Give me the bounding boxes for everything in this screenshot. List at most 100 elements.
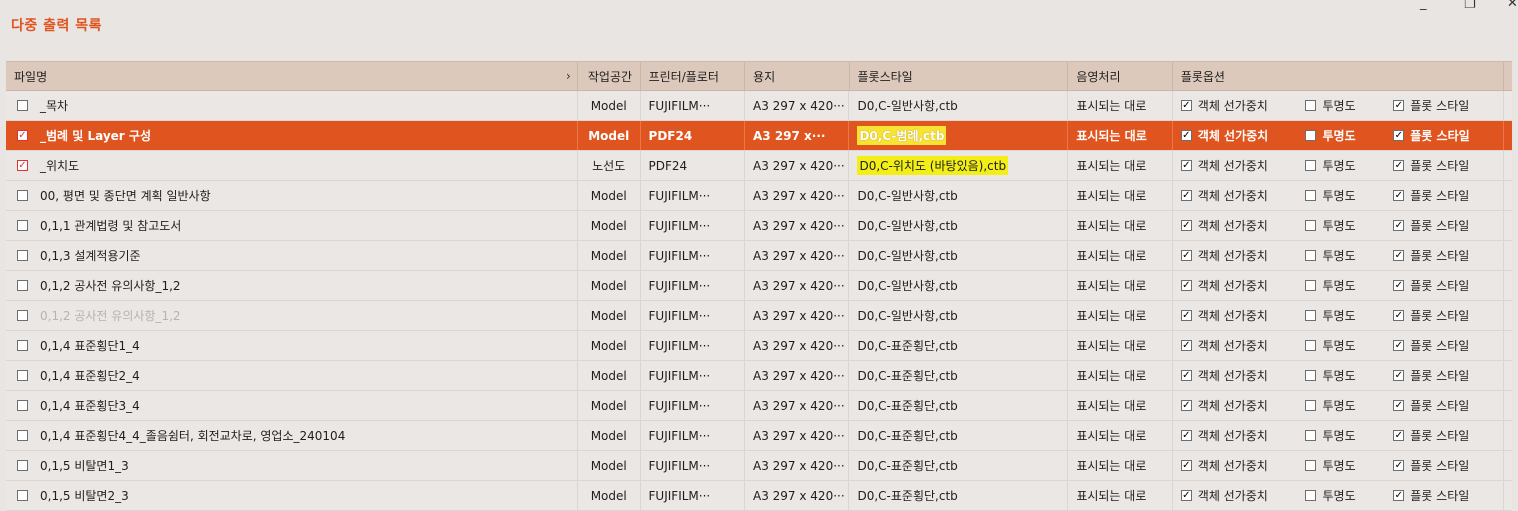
checkbox-unchecked-icon[interactable]: [1305, 190, 1317, 201]
checkbox-checked-icon[interactable]: ✓: [1393, 160, 1405, 171]
option-lineweight[interactable]: ✓ 객체 선가중치: [1180, 367, 1306, 384]
checkbox-checked-icon[interactable]: ✓: [1393, 220, 1405, 231]
cell-printer[interactable]: PDF24: [641, 151, 745, 180]
option-plot-style[interactable]: ✓ 플롯 스타일: [1393, 487, 1503, 504]
cell-shading[interactable]: 표시되는 대로: [1068, 331, 1173, 360]
cell-plot-style[interactable]: D0,C-일반사항,ctb: [849, 181, 1069, 210]
checkbox-checked-icon[interactable]: ✓: [1180, 250, 1192, 261]
cell-shading[interactable]: 표시되는 대로: [1068, 361, 1173, 390]
checkbox-checked-icon[interactable]: ✓: [1393, 430, 1405, 441]
option-transparency[interactable]: 투명도: [1305, 307, 1393, 324]
checkbox-unchecked-icon[interactable]: [1305, 460, 1317, 471]
option-plot-style[interactable]: ✓ 플롯 스타일: [1393, 427, 1503, 444]
column-header-paper[interactable]: 용지: [745, 62, 850, 90]
cell-workspace[interactable]: Model: [578, 451, 641, 480]
option-plot-style[interactable]: ✓ 플롯 스타일: [1393, 127, 1503, 144]
checkbox-unchecked-icon[interactable]: [17, 400, 28, 411]
checkbox-unchecked-icon[interactable]: [17, 490, 28, 501]
checkbox-checked-icon[interactable]: ✓: [1393, 340, 1405, 351]
cell-workspace[interactable]: Model: [578, 391, 641, 420]
option-plot-style[interactable]: ✓ 플롯 스타일: [1393, 397, 1503, 414]
cell-plot-style[interactable]: D0,C-일반사항,ctb: [849, 241, 1069, 270]
option-lineweight[interactable]: ✓ 객체 선가중치: [1180, 277, 1306, 294]
cell-paper[interactable]: A3 297 x 420···: [745, 241, 850, 270]
option-lineweight[interactable]: ✓ 객체 선가중치: [1180, 337, 1306, 354]
checkbox-checked-icon[interactable]: ✓: [1180, 370, 1192, 381]
cell-paper[interactable]: A3 297 x 420···: [745, 481, 850, 510]
table-row[interactable]: 00, 평면 및 종단면 계획 일반사항 Model FUJIFILM··· A…: [6, 181, 1512, 211]
cell-shading[interactable]: 표시되는 대로: [1068, 481, 1173, 510]
cell-printer[interactable]: FUJIFILM···: [641, 331, 745, 360]
table-row[interactable]: 0,1,1 관계법령 및 참고도서 Model FUJIFILM··· A3 2…: [6, 211, 1512, 241]
option-plot-style[interactable]: ✓ 플롯 스타일: [1393, 307, 1503, 324]
table-row[interactable]: ✓ _위치도 노선도 PDF24 A3 297 x 420··· D0,C-위치…: [6, 151, 1512, 181]
checkbox-checked-icon[interactable]: ✓: [1393, 400, 1405, 411]
restore-icon[interactable]: ❐: [1464, 0, 1476, 12]
checkbox-unchecked-icon[interactable]: [1305, 430, 1317, 441]
option-transparency[interactable]: 투명도: [1305, 247, 1393, 264]
checkbox-unchecked-icon[interactable]: [1305, 160, 1317, 171]
cell-printer[interactable]: FUJIFILM···: [641, 451, 745, 480]
option-lineweight[interactable]: ✓ 객체 선가중치: [1180, 307, 1306, 324]
close-icon[interactable]: ✕: [1507, 0, 1518, 11]
checkbox-checked-icon[interactable]: ✓: [1180, 460, 1192, 471]
cell-plot-style[interactable]: D0,C-표준횡단,ctb: [849, 481, 1069, 510]
checkbox-checked-icon[interactable]: ✓: [1180, 310, 1192, 321]
option-plot-style[interactable]: ✓ 플롯 스타일: [1393, 247, 1503, 264]
table-row[interactable]: 0,1,4 표준횡단2_4 Model FUJIFILM··· A3 297 x…: [6, 361, 1512, 391]
cell-plot-style[interactable]: D0,C-일반사항,ctb: [849, 271, 1069, 300]
checkbox-unchecked-icon[interactable]: [1305, 370, 1317, 381]
minimize-icon[interactable]: _: [1420, 0, 1427, 11]
option-transparency[interactable]: 투명도: [1305, 187, 1393, 204]
checkbox-unchecked-icon[interactable]: [1305, 250, 1317, 261]
option-transparency[interactable]: 투명도: [1305, 97, 1393, 114]
checkbox-unchecked-icon[interactable]: [17, 340, 28, 351]
cell-printer[interactable]: FUJIFILM···: [641, 271, 745, 300]
checkbox-checked-icon[interactable]: ✓: [1180, 100, 1192, 111]
checkbox-unchecked-icon[interactable]: [17, 220, 28, 231]
checkbox-unchecked-icon[interactable]: [17, 190, 28, 201]
checkbox-checked-icon[interactable]: ✓: [1393, 490, 1405, 501]
checkbox-checked-icon[interactable]: ✓: [1180, 160, 1192, 171]
cell-printer[interactable]: FUJIFILM···: [641, 211, 745, 240]
option-lineweight[interactable]: ✓ 객체 선가중치: [1180, 127, 1306, 144]
cell-plot-style[interactable]: D0,C-표준횡단,ctb: [849, 391, 1069, 420]
cell-printer[interactable]: PDF24: [641, 121, 745, 150]
cell-plot-style[interactable]: D0,C-일반사항,ctb: [849, 301, 1069, 330]
option-transparency[interactable]: 투명도: [1305, 487, 1393, 504]
cell-plot-style[interactable]: D0,C-범례,ctb: [849, 121, 1069, 150]
table-row[interactable]: 0,1,5 비탈면1_3 Model FUJIFILM··· A3 297 x …: [6, 451, 1512, 481]
checkbox-checked-icon[interactable]: ✓: [1180, 340, 1192, 351]
cell-workspace[interactable]: 노선도: [578, 151, 641, 180]
option-transparency[interactable]: 투명도: [1305, 397, 1393, 414]
cell-shading[interactable]: 표시되는 대로: [1068, 211, 1173, 240]
cell-workspace[interactable]: Model: [578, 481, 641, 510]
column-header-printer[interactable]: 프린터/플로터: [641, 62, 746, 90]
checkbox-checked-icon[interactable]: ✓: [1393, 280, 1405, 291]
cell-workspace[interactable]: Model: [578, 91, 641, 120]
cell-plot-style[interactable]: D0,C-표준횡단,ctb: [849, 451, 1069, 480]
checkbox-checked-icon[interactable]: ✓: [1393, 190, 1405, 201]
option-lineweight[interactable]: ✓ 객체 선가중치: [1180, 427, 1306, 444]
checkbox-checked-icon[interactable]: ✓: [1393, 130, 1405, 141]
table-row[interactable]: 0,1,3 설계적용기준 Model FUJIFILM··· A3 297 x …: [6, 241, 1512, 271]
option-transparency[interactable]: 투명도: [1305, 457, 1393, 474]
option-transparency[interactable]: 투명도: [1305, 427, 1393, 444]
option-lineweight[interactable]: ✓ 객체 선가중치: [1180, 397, 1306, 414]
cell-printer[interactable]: FUJIFILM···: [641, 181, 745, 210]
cell-printer[interactable]: FUJIFILM···: [641, 421, 745, 450]
column-header-plot-style[interactable]: 플롯스타일: [850, 62, 1069, 90]
option-plot-style[interactable]: ✓ 플롯 스타일: [1393, 217, 1503, 234]
option-plot-style[interactable]: ✓ 플롯 스타일: [1393, 367, 1503, 384]
option-transparency[interactable]: 투명도: [1305, 367, 1393, 384]
table-row[interactable]: 0,1,4 표준횡단4_4_졸음쉼터, 회전교차로, 영업소_240104 Mo…: [6, 421, 1512, 451]
cell-printer[interactable]: FUJIFILM···: [641, 301, 745, 330]
option-transparency[interactable]: 투명도: [1305, 157, 1393, 174]
cell-workspace[interactable]: Model: [578, 361, 641, 390]
table-row[interactable]: ✓ _범례 및 Layer 구성 Model PDF24 A3 297 x···…: [6, 121, 1512, 151]
checkbox-checked-icon[interactable]: ✓: [17, 160, 28, 171]
table-row[interactable]: _목차 Model FUJIFILM··· A3 297 x 420··· D0…: [6, 91, 1512, 121]
cell-plot-style[interactable]: D0,C-표준횡단,ctb: [849, 361, 1069, 390]
cell-paper[interactable]: A3 297 x 420···: [745, 451, 850, 480]
cell-plot-style[interactable]: D0,C-위치도 (바탕있음),ctb: [849, 151, 1069, 180]
